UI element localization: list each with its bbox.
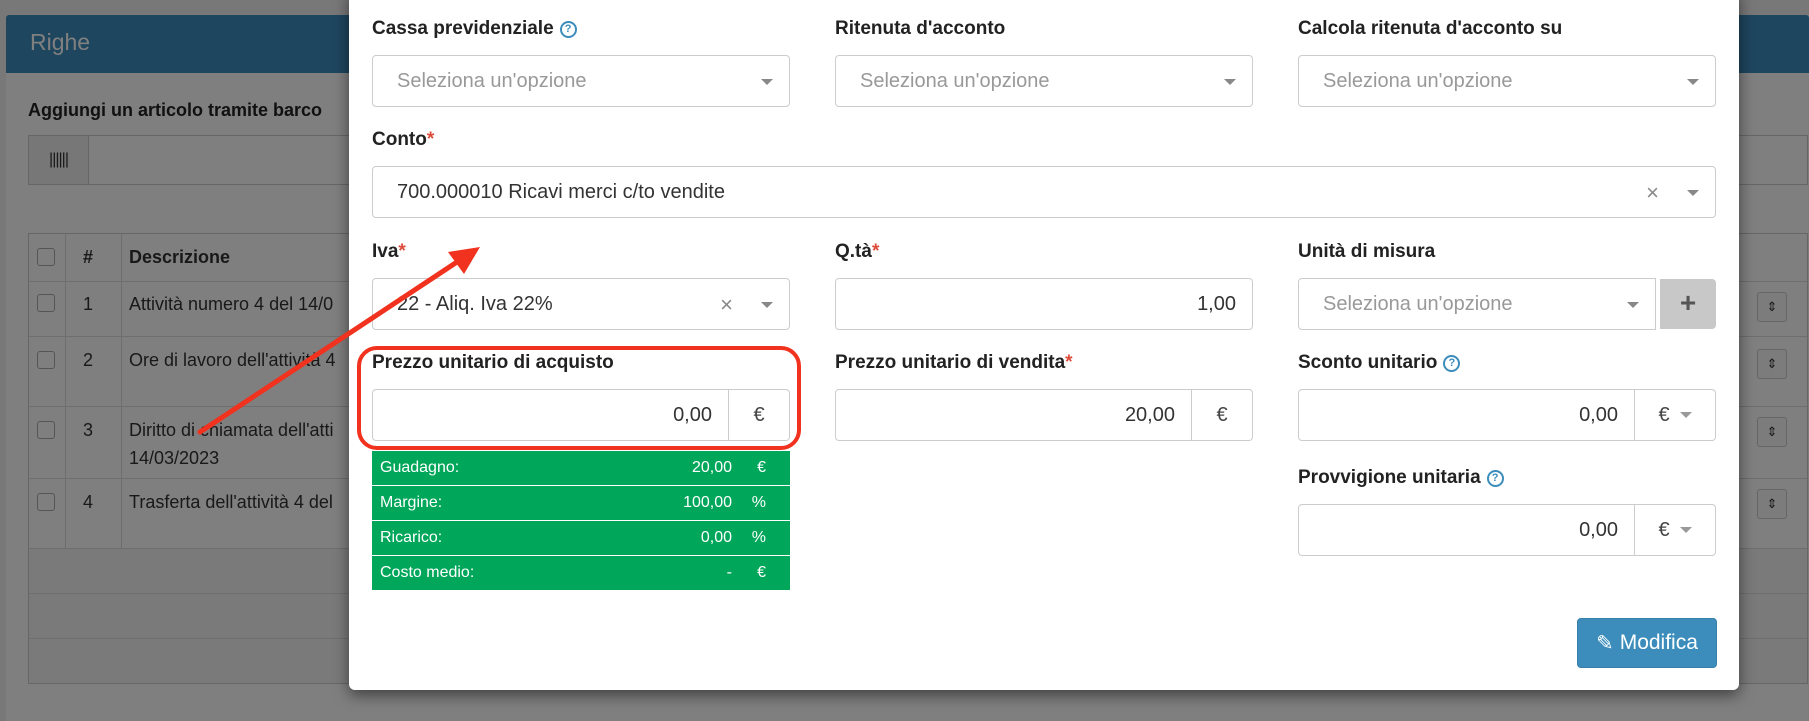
stat-row-ricarico: Ricarico: 0,00% (372, 521, 790, 556)
annotation-highlight-box (357, 346, 801, 450)
iva-select[interactable]: 22 - Aliq. Iva 22% × (372, 278, 790, 330)
chevron-down-icon (1679, 527, 1692, 533)
stat-row-costo-medio: Costo medio: - € (372, 556, 790, 591)
calcola-select[interactable]: Seleziona un'opzione (1298, 55, 1716, 107)
help-icon[interactable]: ? (1443, 355, 1461, 372)
conto-label: Conto* (372, 129, 435, 150)
conto-select[interactable]: 700.000010 Ricavi merci c/to vendite × (372, 166, 1716, 218)
chevron-down-icon (1224, 79, 1236, 85)
prezzo-vendita-input[interactable]: 20,00 (835, 389, 1192, 441)
chevron-down-icon (1687, 190, 1699, 196)
ritenuta-label: Ritenuta d'acconto (835, 18, 1006, 39)
euro-addon: € (1192, 389, 1253, 441)
chevron-down-icon (1627, 302, 1639, 308)
sconto-input[interactable]: 0,00 (1298, 389, 1635, 441)
help-icon[interactable]: ? (1486, 470, 1504, 487)
chevron-down-icon (1687, 79, 1699, 85)
ritenuta-select[interactable]: Seleziona un'opzione (835, 55, 1253, 107)
cassa-label: Cassa previdenziale? (372, 18, 577, 40)
provvigione-currency-select[interactable]: € (1635, 504, 1716, 556)
clear-icon[interactable]: × (720, 292, 733, 318)
provvigione-input[interactable]: 0,00 (1298, 504, 1635, 556)
stat-row-guadagno: Guadagno: 20,00 € (372, 451, 790, 486)
pencil-icon: ✎ (1596, 631, 1614, 655)
help-icon[interactable]: ? (559, 21, 577, 38)
provvigione-label: Provvigione unitaria? (1298, 467, 1504, 489)
chevron-down-icon (761, 79, 773, 85)
iva-label: Iva* (372, 241, 406, 262)
qta-label: Q.tà* (835, 241, 880, 262)
price-stats-table: Guadagno: 20,00 € Margine: 100,00% Ricarico… (372, 451, 790, 591)
stat-row-margine: Margine: 100,00% (372, 486, 790, 521)
edit-row-modal: Cassa previdenziale? Seleziona un'opzion… (349, 0, 1739, 690)
chevron-down-icon (761, 302, 773, 308)
add-unit-button[interactable]: + (1660, 279, 1716, 329)
qta-input[interactable]: 1,00 (835, 278, 1253, 330)
prezzo-vendita-label: Prezzo unitario di vendita* (835, 352, 1073, 373)
clear-icon[interactable]: × (1646, 180, 1659, 206)
modifica-button[interactable]: ✎ Modifica (1577, 618, 1717, 668)
um-label: Unità di misura (1298, 241, 1436, 262)
um-select[interactable]: Seleziona un'opzione (1298, 278, 1656, 330)
cassa-select[interactable]: Seleziona un'opzione (372, 55, 790, 107)
sconto-currency-select[interactable]: € (1635, 389, 1716, 441)
chevron-down-icon (1679, 412, 1692, 418)
calcola-label: Calcola ritenuta d'acconto su (1298, 18, 1563, 39)
sconto-label: Sconto unitario? (1298, 352, 1461, 374)
